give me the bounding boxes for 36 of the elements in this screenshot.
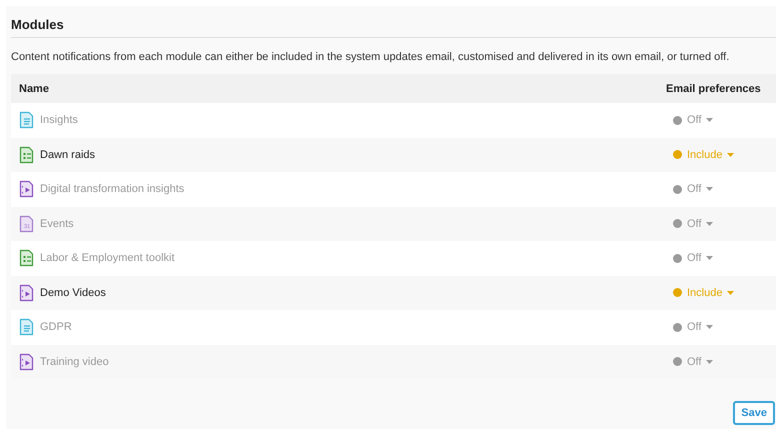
preference-dropdown[interactable]: Off [666, 218, 714, 230]
video-icon [19, 284, 34, 302]
caret-icon [727, 152, 734, 157]
module-name: Dawn raids [40, 148, 96, 161]
panel-title: Modules [10, 16, 65, 34]
caret-icon [706, 360, 714, 364]
preference-dropdown[interactable]: Include [666, 286, 734, 299]
list-icon [19, 249, 34, 268]
module-name: Insights [40, 114, 78, 126]
preference-dropdown[interactable]: Off [666, 321, 714, 334]
module-name: Demo Videos [40, 286, 106, 299]
preference-dropdown[interactable]: Off [666, 183, 714, 196]
module-name: Labor & Employment toolkit [40, 252, 175, 264]
caret-icon [706, 187, 714, 192]
preference-dropdown[interactable]: Include [666, 148, 734, 161]
preference-dropdown[interactable]: Off [666, 114, 714, 126]
document-icon [19, 111, 34, 130]
description-text: Content notifications from each module can either be included in the system updates email, customised and delivered in its own email, or turned off. [10, 50, 730, 63]
video-icon [19, 180, 34, 198]
module-name: GDPR [40, 321, 72, 334]
caret-icon [706, 222, 714, 226]
preference-dropdown[interactable]: Off [666, 252, 714, 264]
preference-dropdown[interactable]: Off [666, 356, 714, 368]
document-icon [19, 318, 34, 336]
list-icon [19, 146, 34, 164]
module-name: Digital transformation insights [40, 183, 184, 196]
module-name: Training video [40, 356, 109, 368]
caret-icon [706, 118, 714, 122]
module-name: Events [40, 218, 74, 230]
caret-icon [706, 256, 714, 260]
caret-icon [706, 325, 714, 330]
video-icon [19, 352, 34, 371]
caret-icon [727, 290, 734, 295]
column-header: Name [19, 82, 49, 94]
save-button[interactable]: Save [733, 401, 775, 425]
column-header: Email preferences [666, 82, 761, 94]
